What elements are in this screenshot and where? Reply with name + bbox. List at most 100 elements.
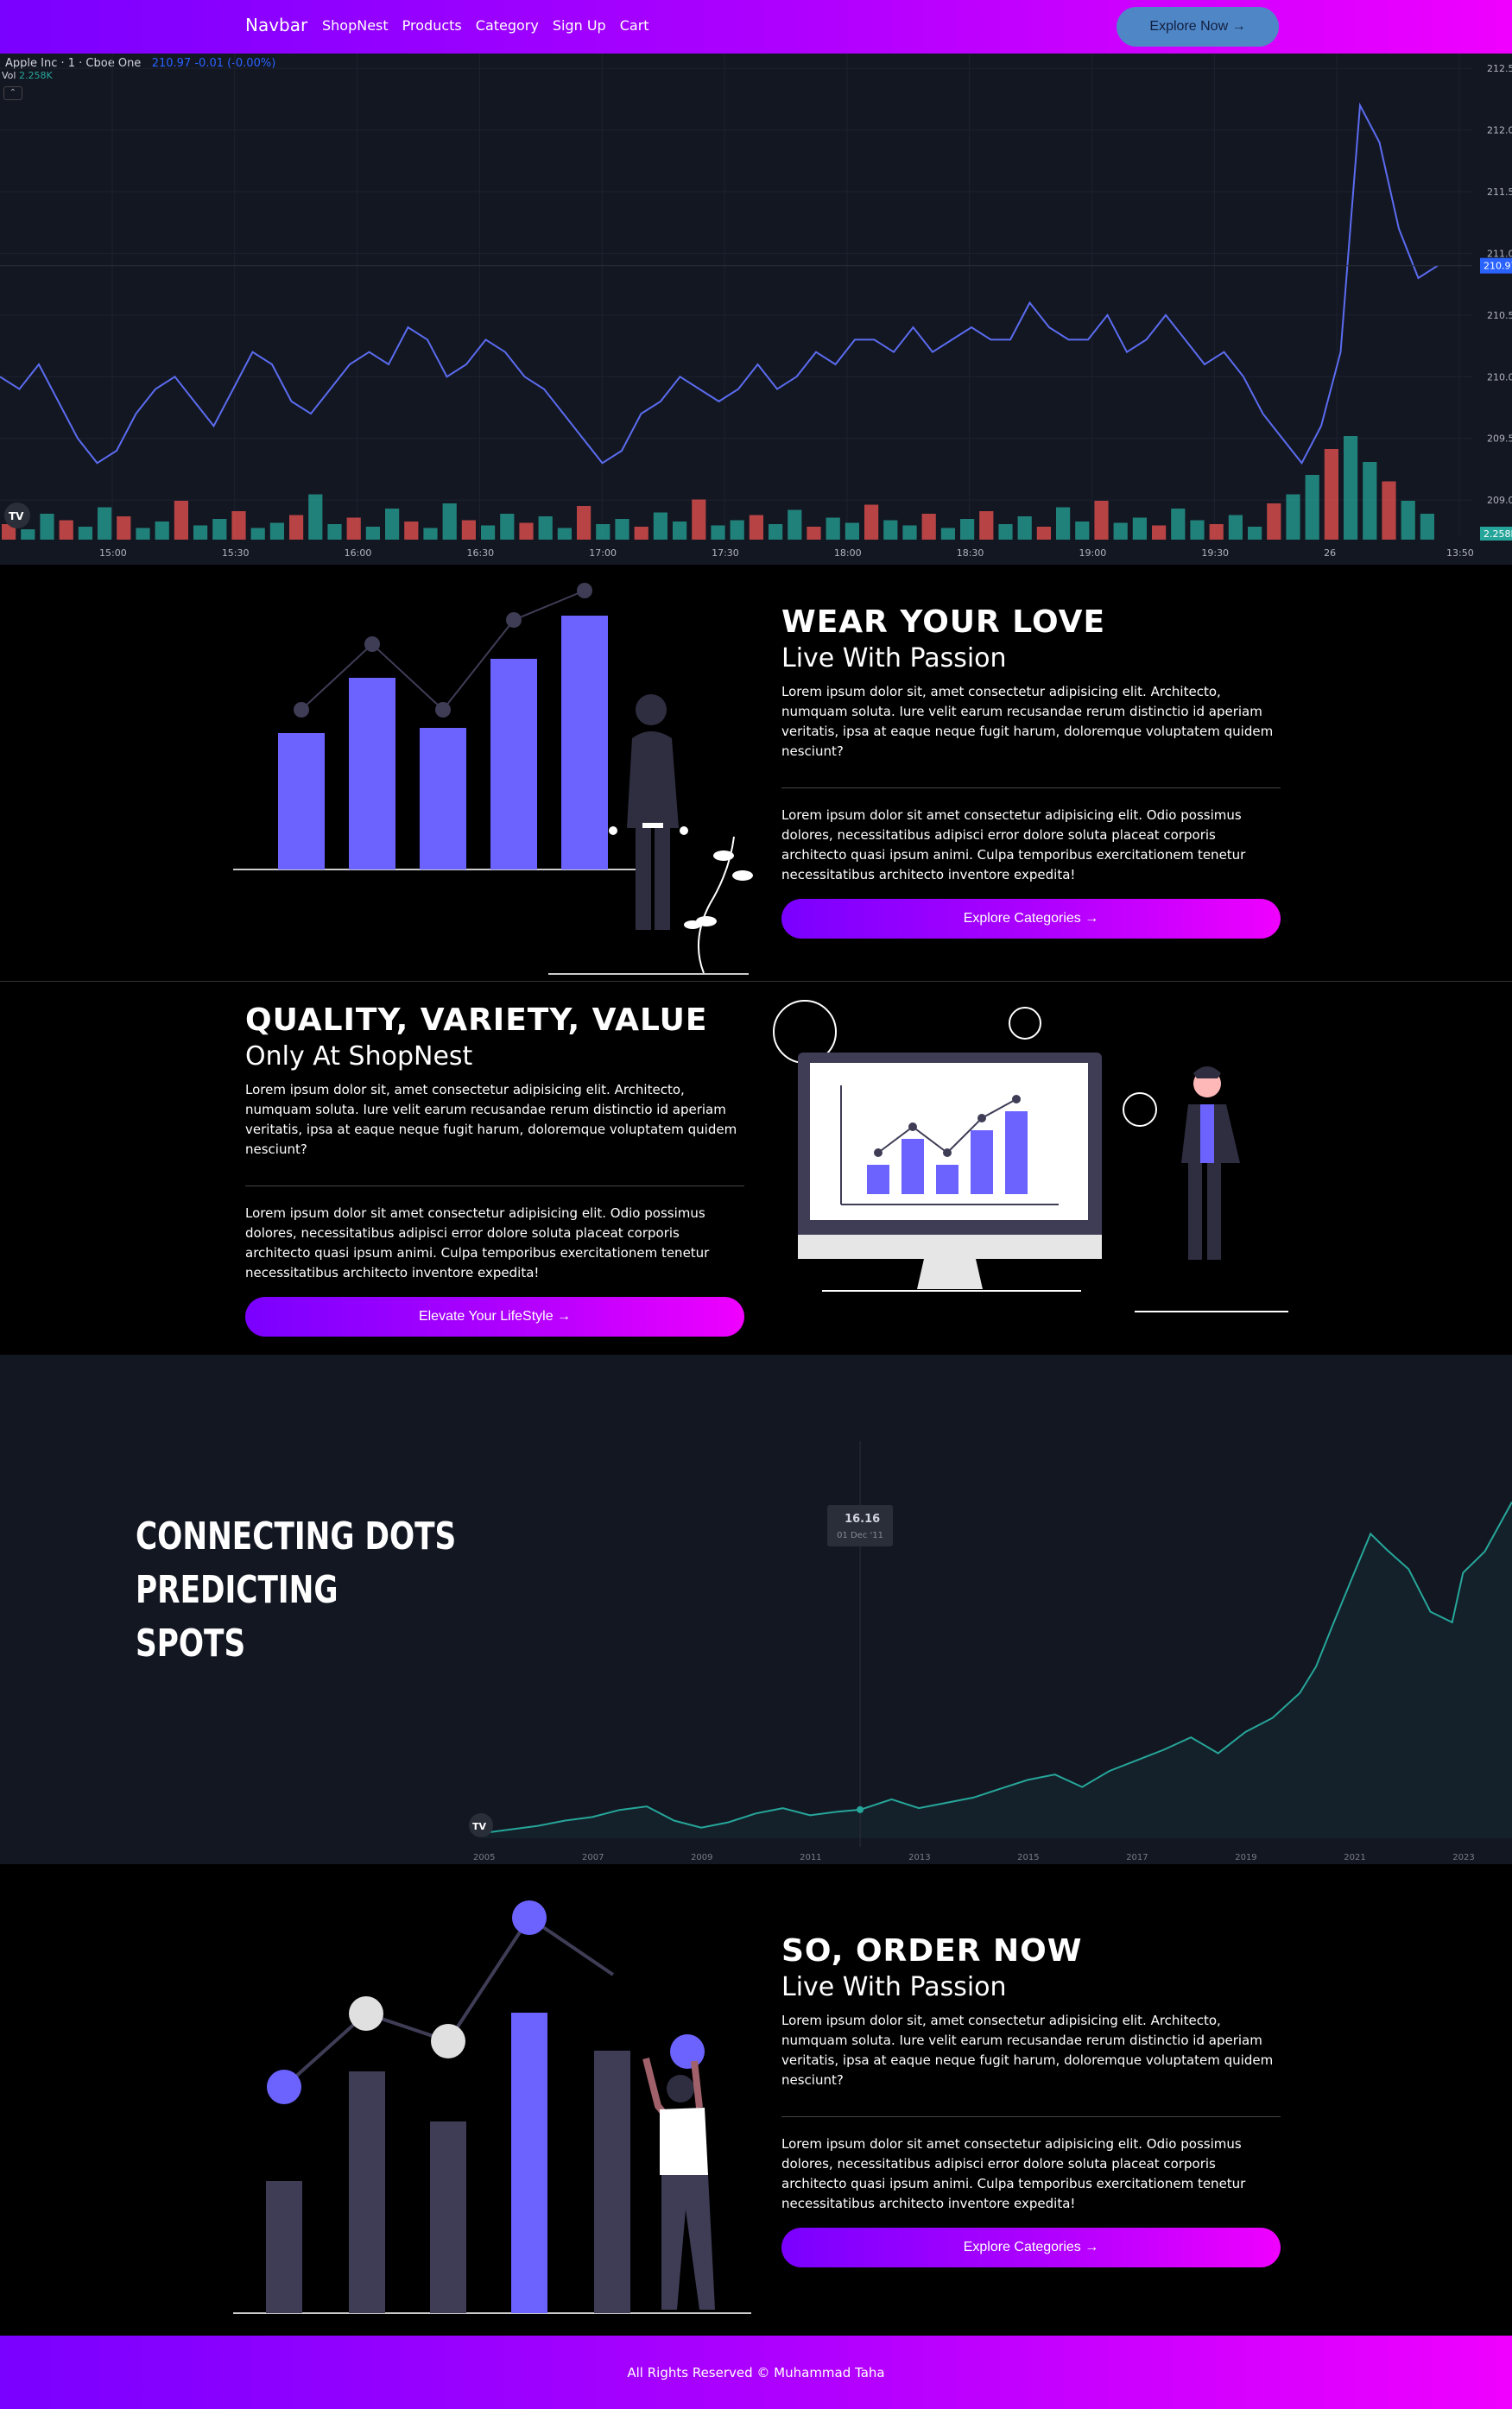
- tradingview-logo-text: TV: [9, 510, 24, 522]
- section-paragraph: Lorem ipsum dolor sit, amet consectetur …: [781, 684, 1274, 759]
- explore-categories-button[interactable]: Explore Categories →: [781, 2228, 1281, 2267]
- volume-bar: [1017, 516, 1032, 540]
- x-tick-label: 26: [1324, 547, 1336, 559]
- navbar: Navbar ShopNest Products Category Sign U…: [0, 0, 1512, 54]
- volume-bar: [634, 527, 648, 540]
- volume-bar: [596, 524, 610, 540]
- quality-variety-value-section: QUALITY, VARIETY, VALUE Only At ShopNest…: [0, 982, 1512, 1355]
- volume-bar: [174, 501, 188, 540]
- x-tick-label: 2019: [1235, 1853, 1256, 1862]
- volume-bar: [327, 524, 342, 540]
- volume-bar: [21, 529, 35, 540]
- volume-bar: [365, 527, 380, 540]
- volume-bar: [749, 515, 763, 540]
- volume-bar: [59, 520, 73, 540]
- nav-link-cart[interactable]: Cart: [620, 17, 649, 34]
- x-tick-label: 15:00: [99, 547, 127, 559]
- volume-bar: [442, 503, 457, 540]
- x-tick-label: 13:50: [1446, 547, 1474, 559]
- volume-bar: [500, 514, 515, 540]
- volume-bar: [481, 525, 496, 540]
- tooltip-value: 16.16: [845, 1513, 880, 1526]
- section-paragraph: Lorem ipsum dolor sit amet consectetur a…: [781, 807, 1246, 882]
- volume-bar: [1401, 501, 1415, 540]
- volume-bar: [577, 506, 592, 540]
- section-title: QUALITY, VARIETY, VALUE: [245, 1002, 708, 1038]
- explore-now-button[interactable]: Explore Now →: [1117, 7, 1279, 47]
- section-subtitle: Live With Passion: [781, 643, 1007, 673]
- person-reaching-chart-illustration: [233, 1900, 751, 2314]
- explore-categories-button[interactable]: Explore Categories →: [781, 899, 1281, 939]
- x-tick-label: 2009: [691, 1853, 712, 1862]
- crosshair-point: [857, 1805, 864, 1813]
- volume-bar: [1209, 524, 1224, 540]
- y-tick-label: 209.5: [1487, 433, 1512, 445]
- x-tick-label: 2011: [800, 1853, 821, 1862]
- volume-bar: [692, 499, 706, 540]
- connecting-dots-section: 16.16 01 Dec '11 2005 2007 2009 2011 2013 2015 2…: [0, 1355, 1512, 1864]
- x-tick-label: 17:00: [589, 547, 617, 559]
- nav-link-products[interactable]: Products: [402, 17, 462, 34]
- volume-bar: [461, 520, 476, 540]
- volume-bar: [1286, 494, 1300, 540]
- hero-title-line: PREDICTING: [136, 1568, 338, 1612]
- divider: [781, 2116, 1281, 2117]
- footer-copyright: All Rights Reserved © Muhammad Taha: [627, 2364, 885, 2381]
- volume-bar: [864, 504, 879, 540]
- volume-bar: [1228, 515, 1243, 540]
- volume-bar: [673, 522, 687, 540]
- volume-bar: [1190, 520, 1205, 540]
- section-text: WEAR YOUR LOVE Live With Passion Lorem i…: [781, 604, 1281, 939]
- x-tick-label: 15:30: [222, 547, 250, 559]
- volume-bar: [1420, 514, 1434, 540]
- brand-logo[interactable]: Navbar: [245, 15, 307, 35]
- volume-bar: [1344, 436, 1358, 540]
- y-tick-label: 212.0: [1487, 125, 1512, 136]
- y-tick-label: 210.0: [1487, 371, 1512, 383]
- nav-link-signup[interactable]: Sign Up: [553, 17, 606, 34]
- volume-bar: [289, 515, 304, 540]
- section-paragraph: Lorem ipsum dolor sit amet consectetur a…: [781, 2136, 1246, 2211]
- intraday-stock-chart[interactable]: Apple Inc · 1 · Cboe One 210.97 -0.01 (-…: [0, 54, 1512, 565]
- nav-link-category[interactable]: Category: [476, 17, 539, 34]
- price-line: [0, 102, 1439, 465]
- divider: [781, 787, 1281, 788]
- volume-bar: [557, 528, 572, 540]
- section-subtitle: Only At ShopNest: [245, 1041, 473, 1072]
- volume-bar: [730, 520, 744, 540]
- volume-bar: [1152, 525, 1167, 540]
- volume-bar: [615, 519, 629, 540]
- x-tick-label: 2005: [473, 1853, 495, 1862]
- volume-bar: [998, 524, 1013, 540]
- volume-bar: [1075, 522, 1090, 540]
- volume-bar: [940, 528, 955, 540]
- x-tick-label: 18:00: [834, 547, 862, 559]
- y-tick-label: 209.0: [1487, 495, 1512, 506]
- volume-bar: [1036, 527, 1051, 540]
- volume-bar: [212, 519, 227, 540]
- volume-bar: [346, 517, 361, 540]
- volume-bar: [788, 509, 802, 540]
- tradingview-logo-text: TV: [472, 1821, 487, 1832]
- volume-bar: [231, 511, 246, 540]
- nav-link-shopnest[interactable]: ShopNest: [322, 17, 389, 34]
- y-tick-label: 211.0: [1487, 248, 1512, 259]
- elevate-lifestyle-button[interactable]: Elevate Your LifeStyle →: [245, 1297, 744, 1337]
- volume-bar: [193, 525, 208, 540]
- price-badge-label: 210.97: [1484, 261, 1512, 272]
- section-paragraph: Lorem ipsum dolor sit, amet consectetur …: [245, 1082, 737, 1157]
- footer: All Rights Reserved © Muhammad Taha: [0, 2336, 1512, 2409]
- volume-bar: [960, 519, 975, 540]
- bar-chart-person-illustration: [233, 583, 753, 975]
- volume-bar: [921, 514, 936, 540]
- volume-bar: [1056, 507, 1071, 540]
- volume-bar: [98, 507, 112, 540]
- x-tick-label: 2007: [582, 1853, 604, 1862]
- volume-bar: [902, 525, 917, 540]
- section-title: SO, ORDER NOW: [781, 1933, 1083, 1969]
- volume-bar: [1305, 475, 1319, 540]
- section-title: WEAR YOUR LOVE: [781, 604, 1106, 640]
- volume-bar: [155, 522, 169, 540]
- volume-bar: [845, 522, 859, 540]
- x-tick-label: 2015: [1017, 1853, 1039, 1862]
